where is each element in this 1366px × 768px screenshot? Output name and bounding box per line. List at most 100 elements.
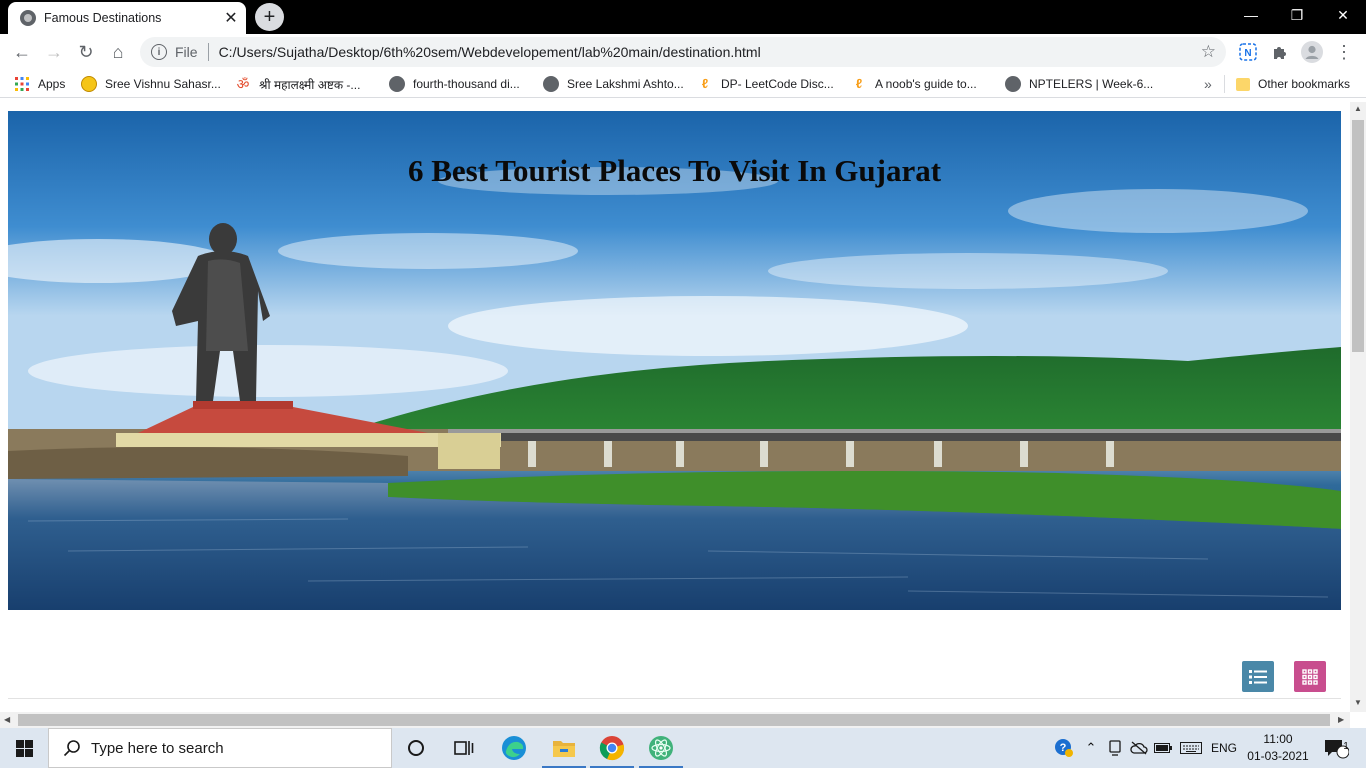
browser-toolbar: ← → ↻ ⌂ i File C:/Users/Sujatha/Desktop/… [0, 34, 1366, 70]
bookmarks-divider [1224, 75, 1225, 93]
profile-avatar-icon[interactable] [1298, 38, 1326, 66]
bookmark-label: Sree Lakshmi Ashto... [567, 77, 684, 91]
bookmark-label: fourth-thousand di... [413, 77, 520, 91]
chrome-icon [599, 736, 625, 761]
bookmark-noobs-guide[interactable]: ℓ A noob's guide to... [851, 74, 977, 94]
windows-logo-icon [15, 739, 33, 757]
taskbar-edge[interactable] [490, 728, 538, 768]
show-hidden-icons-chevron-icon[interactable]: ⌃ [1080, 728, 1102, 768]
cortana-circle-icon [408, 740, 424, 756]
folder-icon [553, 741, 575, 757]
task-view-icon [454, 741, 474, 755]
scroll-right-arrow-icon[interactable]: ▶ [1338, 715, 1344, 724]
apps-grid-icon [15, 77, 29, 91]
taskbar-clock[interactable]: 11:00 01-03-2021 [1246, 731, 1310, 765]
bookmark-apps[interactable]: Apps [14, 74, 65, 94]
clock-date: 01-03-2021 [1247, 749, 1309, 763]
scroll-left-arrow-icon[interactable]: ◀ [4, 715, 10, 724]
bookmark-nptelers[interactable]: NPTELERS | Week-6... [1005, 74, 1153, 94]
globe-icon [20, 10, 36, 26]
taskbar-atom[interactable] [637, 728, 685, 768]
globe-icon [543, 76, 559, 92]
edge-icon [502, 736, 526, 760]
search-icon [63, 740, 80, 757]
menu-kebab-icon[interactable]: ⋮ [1330, 38, 1358, 66]
meet-now-icon[interactable] [1104, 728, 1126, 768]
bookmark-star-icon[interactable]: ☆ [1201, 42, 1216, 62]
folder-icon [1236, 77, 1250, 91]
bookmarks-overflow-button[interactable]: » [1204, 74, 1212, 94]
minimize-button[interactable]: — [1228, 0, 1274, 30]
bookmark-label: A noob's guide to... [875, 77, 977, 91]
site-info-icon[interactable]: i [151, 44, 167, 60]
bookmark-label: NPTELERS | Week-6... [1029, 77, 1154, 91]
bookmark-lakshmi-ashtothram[interactable]: Sree Lakshmi Ashto... [543, 74, 684, 94]
omnibox-divider [207, 43, 209, 61]
bookmark-label: Apps [38, 77, 66, 91]
vertical-scrollbar[interactable]: ▲ ▼ [1350, 102, 1366, 712]
taskbar-search-box[interactable]: Type here to search [48, 728, 392, 768]
leetcode-icon: ℓ [701, 76, 709, 91]
reload-button[interactable]: ↻ [72, 38, 100, 66]
task-view-button[interactable] [440, 728, 488, 768]
grid-view-button[interactable] [1294, 661, 1326, 692]
bookmark-label: Sree Vishnu Sahasr... [105, 77, 221, 91]
search-placeholder: Type here to search [91, 739, 224, 757]
close-window-button[interactable]: ✕ [1320, 0, 1366, 30]
new-tab-button[interactable]: + [255, 3, 284, 31]
bookmarks-bar: Apps Sree Vishnu Sahasr... ॐ श्री महालक्… [0, 70, 1366, 98]
content-divider [8, 698, 1341, 699]
tab-title: Famous Destinations [44, 11, 162, 25]
battery-icon[interactable] [1152, 728, 1174, 768]
home-button[interactable]: ⌂ [104, 38, 132, 66]
windows-taskbar: Type here to search ? ⌃ ENG 11:00 01-03-… [0, 728, 1366, 768]
vertical-scroll-thumb[interactable] [1352, 120, 1364, 352]
extension-n-icon[interactable]: N [1234, 38, 1262, 66]
bookmark-fourth-thousand[interactable]: fourth-thousand di... [389, 74, 520, 94]
taskbar-file-explorer[interactable] [540, 728, 588, 768]
forward-button[interactable]: → [40, 38, 68, 66]
list-icon [1249, 669, 1267, 684]
leetcode-icon: ℓ [855, 76, 863, 91]
page-viewport: 6 Best Tourist Places To Visit In Gujara… [0, 102, 1350, 712]
hero-title: 6 Best Tourist Places To Visit In Gujara… [407, 153, 942, 188]
om-favicon-icon: ॐ [236, 76, 250, 92]
globe-icon [1005, 76, 1021, 92]
other-bookmarks-label: Other bookmarks [1258, 77, 1351, 91]
restore-button[interactable]: ❐ [1274, 0, 1320, 30]
bookmark-vishnu-sahasranamam[interactable]: Sree Vishnu Sahasr... [81, 74, 221, 94]
tab-famous-destinations[interactable]: Famous Destinations ✕ [8, 2, 246, 34]
atom-icon [649, 736, 673, 760]
address-bar[interactable]: i File C:/Users/Sujatha/Desktop/6th%20se… [140, 37, 1226, 67]
puzzle-extensions-icon[interactable] [1266, 38, 1294, 66]
scroll-up-arrow-icon[interactable]: ▲ [1354, 104, 1362, 113]
horizontal-scroll-thumb[interactable] [18, 714, 1330, 726]
close-tab-icon[interactable]: ✕ [220, 7, 242, 29]
back-button[interactable]: ← [8, 38, 36, 66]
grid-icon [1302, 668, 1318, 685]
bookmark-leetcode-discuss[interactable]: ℓ DP- LeetCode Disc... [697, 74, 834, 94]
input-language-indicator[interactable]: ENG [1208, 728, 1240, 768]
bookmark-label: श्री महालक्ष्मी अष्टक -... [259, 77, 361, 92]
scroll-down-arrow-icon[interactable]: ▼ [1354, 698, 1362, 707]
other-bookmarks-folder[interactable]: Other bookmarks [1236, 74, 1350, 94]
svg-text:N: N [1244, 48, 1251, 59]
start-button[interactable] [0, 728, 48, 768]
globe-icon [389, 76, 405, 92]
hero-banner: 6 Best Tourist Places To Visit In Gujara… [8, 111, 1341, 610]
bookmark-label: DP- LeetCode Disc... [721, 77, 834, 91]
bookmark-mahalakshmi-ashtak[interactable]: ॐ श्री महालक्ष्मी अष्टक -... [235, 74, 361, 94]
scheme-label: File [175, 44, 198, 60]
yellow-favicon-icon [81, 76, 97, 92]
browser-titlebar: Famous Destinations ✕ + — ❐ ✕ [0, 0, 1366, 34]
taskbar-chrome[interactable] [588, 728, 636, 768]
cortana-button[interactable] [392, 728, 440, 768]
url-text[interactable]: C:/Users/Sujatha/Desktop/6th%20sem/Webde… [219, 44, 1201, 60]
action-center-button[interactable]: 1 [1318, 728, 1354, 768]
horizontal-scrollbar[interactable]: ◀ ▶ [0, 712, 1350, 728]
list-view-button[interactable] [1242, 661, 1274, 692]
clock-time: 11:00 [1263, 732, 1293, 746]
onedrive-offline-icon[interactable] [1128, 728, 1150, 768]
help-tray-icon[interactable]: ? [1052, 728, 1076, 768]
touch-keyboard-icon[interactable] [1178, 728, 1204, 768]
